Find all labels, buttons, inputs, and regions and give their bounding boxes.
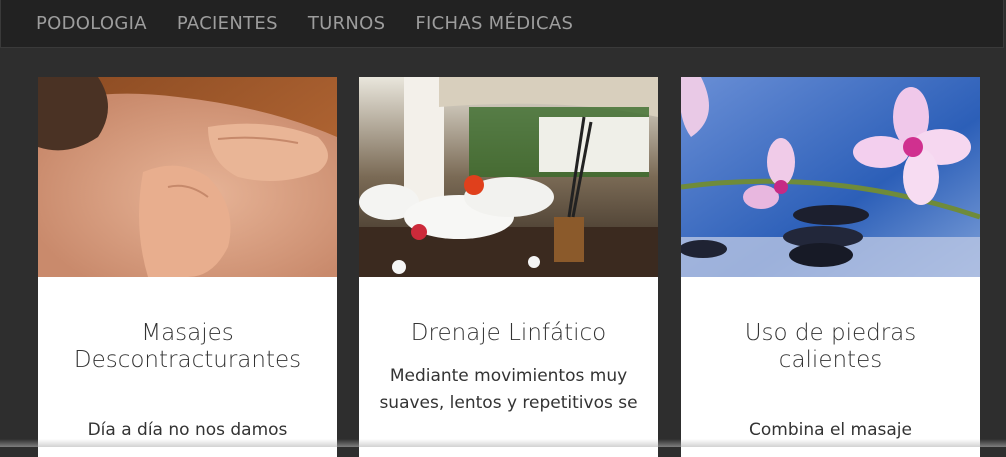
nav-turnos[interactable]: TURNOS [308, 0, 386, 48]
service-card-drenaje: Drenaje Linfático Mediante movimientos m… [359, 77, 658, 457]
nav-podologia[interactable]: PODOLOGIA [36, 0, 147, 48]
nav-pacientes[interactable]: PACIENTES [177, 0, 278, 48]
orchid-hot-stones-photo [681, 77, 980, 277]
card-title: Masajes Descontracturantes [48, 320, 327, 374]
spa-towels-incense-photo [359, 77, 658, 277]
nav-fichas-medicas[interactable]: FICHAS MÉDICAS [415, 0, 573, 48]
service-card-piedras: Uso de piedras calientes Combina el masa… [681, 77, 980, 457]
service-card-masajes: Masajes Descontracturantes Día a día no … [38, 77, 337, 457]
back-massage-photo [38, 77, 337, 277]
top-navbar: PODOLOGIA PACIENTES TURNOS FICHAS MÉDICA… [0, 0, 1004, 48]
card-title: Uso de piedras calientes [691, 320, 970, 374]
bottom-shadow [0, 439, 1006, 447]
card-title: Drenaje Linfático [369, 320, 648, 347]
card-text: Mediante movimientos muy suaves, lentos … [371, 363, 646, 417]
